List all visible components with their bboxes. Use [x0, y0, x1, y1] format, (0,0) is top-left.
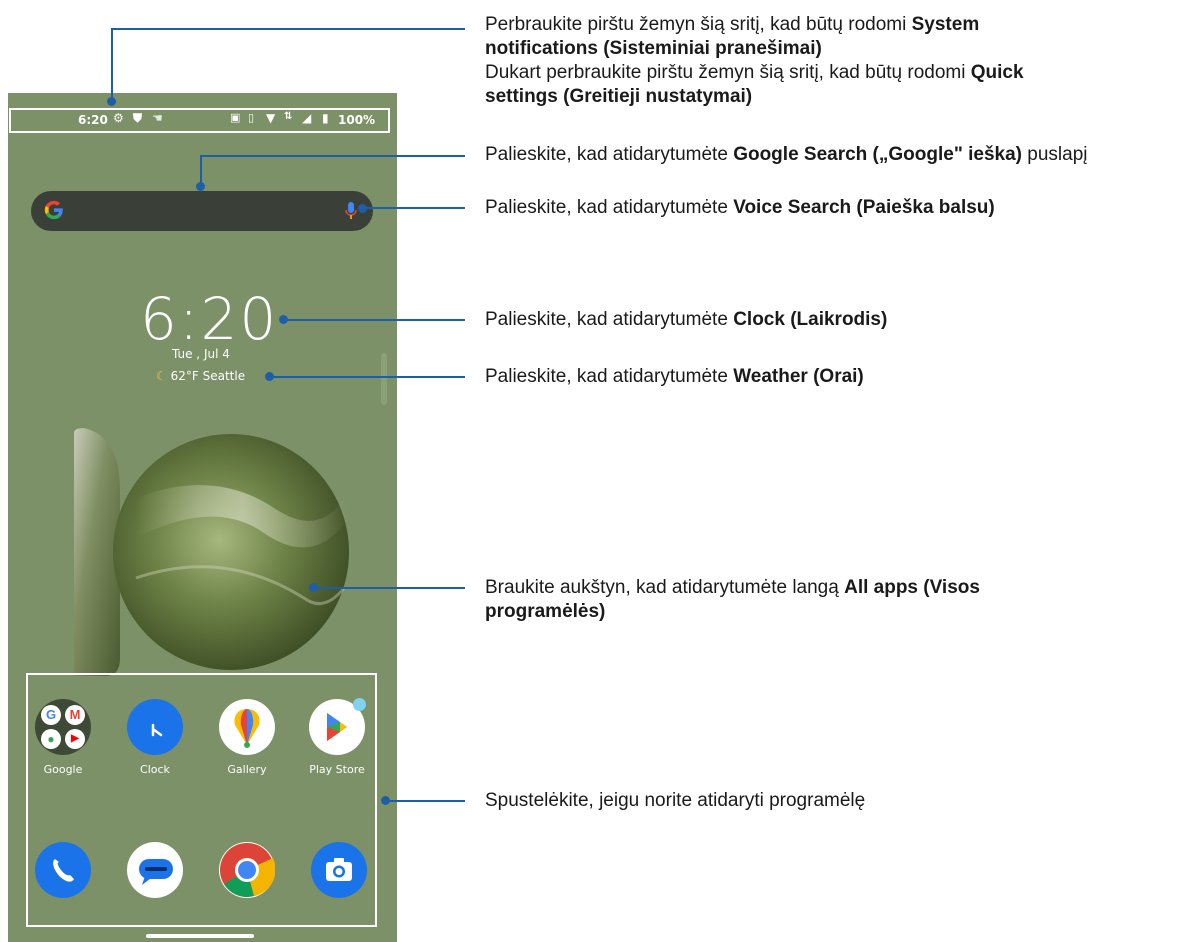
app-label: Play Store	[309, 763, 365, 776]
callout-open-apps: Spustelėkite, jeigu norite atidaryti pro…	[485, 790, 866, 811]
moon-icon: ☾	[156, 369, 167, 383]
weather-widget[interactable]: ☾ 62°F Seattle	[156, 369, 245, 383]
weather-temp: 62°F	[170, 369, 199, 383]
app-play-store[interactable]: Play Store	[305, 698, 369, 776]
wallpaper-art[interactable]	[74, 428, 356, 678]
callout-dot-voice	[358, 204, 367, 213]
app-label: Google	[43, 763, 83, 776]
callout-line-clock	[283, 319, 465, 321]
phone-icon	[35, 842, 91, 898]
clock-widget-time[interactable]: 6:20	[140, 285, 278, 353]
callout-weather: Palieskite, kad atidarytumėte Weather (O…	[485, 366, 864, 387]
callout-dot-weather	[265, 372, 274, 381]
play-store-icon	[309, 698, 366, 755]
callout-line-status-v	[111, 28, 113, 101]
app-gallery[interactable]: Gallery	[215, 699, 279, 776]
callout-dot-status	[107, 97, 116, 106]
messages-icon	[127, 842, 183, 898]
callout-status-notifications: Perbraukite pirštu žemyn šią sritį, kad …	[485, 14, 1024, 107]
callout-voice-search: Palieskite, kad atidarytumėte Voice Sear…	[485, 197, 995, 218]
weather-city: Seattle	[202, 369, 246, 383]
mic-icon[interactable]	[345, 201, 357, 221]
callout-google-search: Palieskite, kad atidarytumėte Google Sea…	[485, 144, 1088, 165]
app-messages[interactable]	[123, 842, 187, 898]
callout-dot-google	[196, 182, 205, 191]
callout-all-apps: Braukite aukštyn, kad atidarytumėte lang…	[485, 577, 980, 622]
callout-line-weather	[270, 376, 465, 378]
camera-icon	[311, 842, 367, 898]
clock-icon	[127, 699, 183, 755]
app-clock[interactable]: Clock	[123, 699, 187, 776]
status-bar-highlight	[9, 108, 390, 133]
app-label: Clock	[140, 763, 170, 776]
google-search-bar[interactable]	[31, 191, 373, 231]
callout-dot-apps	[381, 796, 390, 805]
callout-dot-clock	[279, 315, 288, 324]
callout-dot-allapps	[309, 583, 318, 592]
callout-line-google-h	[200, 155, 465, 157]
callout-line-status-h	[111, 28, 465, 30]
callout-line-voice	[362, 207, 465, 209]
app-chrome[interactable]	[215, 842, 279, 898]
callout-line-allapps	[314, 587, 465, 589]
gesture-nav-handle[interactable]	[146, 934, 254, 938]
notification-dot-icon	[353, 698, 366, 711]
clock-widget-date[interactable]: Tue , Jul 4	[172, 347, 230, 361]
google-folder-icon: G M ● ▶	[35, 699, 91, 755]
app-camera[interactable]	[307, 842, 371, 898]
app-label: Gallery	[227, 763, 267, 776]
gallery-icon	[219, 699, 275, 755]
app-google-folder[interactable]: G M ● ▶ Google	[31, 699, 95, 776]
google-logo-icon[interactable]	[43, 199, 65, 221]
callout-line-apps	[385, 800, 465, 802]
callout-line-google-v	[200, 156, 202, 185]
app-phone[interactable]	[31, 842, 95, 898]
edge-panel-handle[interactable]	[381, 353, 387, 405]
callout-clock: Palieskite, kad atidarytumėte Clock (Lai…	[485, 309, 888, 330]
chrome-icon	[219, 842, 276, 898]
